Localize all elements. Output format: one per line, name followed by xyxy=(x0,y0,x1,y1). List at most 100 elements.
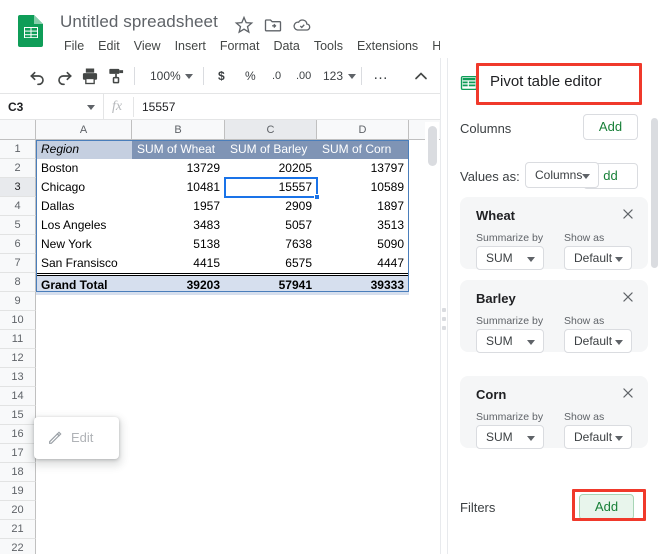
columns-section-label: Columns xyxy=(460,121,511,136)
menu-item-help[interactable]: Help xyxy=(425,37,440,55)
row-header-10[interactable]: 10 xyxy=(0,311,36,330)
column-header-c[interactable]: C xyxy=(225,120,317,140)
print-icon[interactable] xyxy=(80,66,100,86)
show-as-label: Show as xyxy=(564,315,604,327)
panel-resize-handle[interactable] xyxy=(442,308,446,330)
row-header-18[interactable]: 18 xyxy=(0,463,36,482)
menu-item-format[interactable]: Format xyxy=(213,37,267,55)
show-as-value: Default xyxy=(574,334,612,348)
column-header-d[interactable]: D xyxy=(317,120,409,140)
value-card-title: Wheat xyxy=(476,208,515,223)
summarize-by-dropdown[interactable]: SUM xyxy=(476,425,544,449)
row-header-7[interactable]: 7 xyxy=(0,254,36,273)
pivot-header-region: Region xyxy=(36,140,132,159)
panel-title: Pivot table editor xyxy=(490,73,602,90)
row-header-19[interactable]: 19 xyxy=(0,482,36,501)
row-header-22[interactable]: 22 xyxy=(0,539,36,554)
redo-icon[interactable] xyxy=(54,66,74,86)
menu-item-edit[interactable]: Edit xyxy=(91,37,127,55)
row-header-12[interactable]: 12 xyxy=(0,349,36,368)
formula-input[interactable]: 15557 xyxy=(142,100,175,114)
row-header-14[interactable]: 14 xyxy=(0,387,36,406)
formula-bar: C3 fx 15557 xyxy=(0,94,440,120)
row-header-9[interactable]: 9 xyxy=(0,292,36,311)
row-header-4[interactable]: 4 xyxy=(0,197,36,216)
undo-icon[interactable] xyxy=(28,66,48,86)
zoom-level[interactable]: 100% xyxy=(150,69,181,83)
zoom-chevron-down-icon[interactable] xyxy=(185,74,193,79)
menu-item-insert[interactable]: Insert xyxy=(168,37,213,55)
pencil-icon xyxy=(47,430,63,446)
collapse-toolbar-icon[interactable] xyxy=(411,66,431,86)
move-to-folder-icon[interactable] xyxy=(263,15,283,35)
grid-vertical-scrollbar-thumb[interactable] xyxy=(428,126,437,166)
table-row: 2909 xyxy=(225,197,317,216)
columns-add-button[interactable]: Add xyxy=(583,114,638,140)
table-row: 10481 xyxy=(132,178,225,197)
grid-vertical-scrollbar-track[interactable] xyxy=(425,122,439,554)
edit-pivot-label: Edit xyxy=(71,430,93,445)
value-card-title: Barley xyxy=(476,291,516,306)
menu-item-data[interactable]: Data xyxy=(266,37,306,55)
close-icon[interactable] xyxy=(621,207,635,221)
value-card-corn: Corn Summarize by Show as SUM Default xyxy=(460,376,648,448)
summarize-by-dropdown[interactable]: SUM xyxy=(476,246,544,270)
menu-item-tools[interactable]: Tools xyxy=(307,37,350,55)
star-icon[interactable] xyxy=(234,15,254,35)
table-row: Boston xyxy=(36,159,132,178)
row-header-17[interactable]: 17 xyxy=(0,444,36,463)
row-header-16[interactable]: 16 xyxy=(0,425,36,444)
more-options-button[interactable]: … xyxy=(373,66,389,83)
row-header-11[interactable]: 11 xyxy=(0,330,36,349)
decrease-decimal-button[interactable]: .0 xyxy=(272,70,281,82)
show-as-dropdown[interactable]: Default xyxy=(564,425,632,449)
values-as-dropdown[interactable]: Columns xyxy=(525,162,599,188)
column-header-b[interactable]: B xyxy=(132,120,225,140)
function-icon[interactable]: fx xyxy=(112,99,122,115)
value-card-wheat: Wheat Summarize by Show as SUM Default xyxy=(460,197,648,269)
percent-format-button[interactable]: % xyxy=(245,69,256,83)
menu-item-extensions[interactable]: Extensions xyxy=(350,37,425,55)
column-header-a[interactable]: A xyxy=(36,120,132,140)
row-header-21[interactable]: 21 xyxy=(0,520,36,539)
select-all-corner[interactable] xyxy=(0,120,36,140)
table-row: 5138 xyxy=(132,235,225,254)
cloud-saved-icon[interactable] xyxy=(292,15,312,35)
row-header-3[interactable]: 3 xyxy=(0,178,36,197)
filters-add-button[interactable]: Add xyxy=(579,494,634,520)
table-row: Chicago xyxy=(36,178,132,197)
close-icon[interactable] xyxy=(621,386,635,400)
summarize-by-dropdown[interactable]: SUM xyxy=(476,329,544,353)
edit-pivot-button[interactable]: Edit xyxy=(34,417,119,459)
name-box[interactable]: C3 xyxy=(0,94,104,120)
document-title[interactable]: Untitled spreadsheet xyxy=(60,12,218,32)
table-row: 5090 xyxy=(317,235,409,254)
table-row: 13729 xyxy=(132,159,225,178)
paint-format-icon[interactable] xyxy=(106,66,126,86)
name-box-chevron-down-icon[interactable] xyxy=(87,105,95,110)
row-header-2[interactable]: 2 xyxy=(0,159,36,178)
row-header-13[interactable]: 13 xyxy=(0,368,36,387)
increase-decimal-button[interactable]: .00 xyxy=(296,70,311,82)
menu-item-file[interactable]: File xyxy=(57,37,91,55)
number-format-button[interactable]: 123 xyxy=(323,69,343,83)
row-header-8[interactable]: 8 xyxy=(0,273,36,292)
summarize-by-value: SUM xyxy=(486,430,513,444)
close-icon[interactable] xyxy=(621,290,635,304)
grand-total-label: Grand Total xyxy=(36,276,132,295)
row-header-6[interactable]: 6 xyxy=(0,235,36,254)
currency-format-button[interactable]: $ xyxy=(218,69,225,83)
row-header-5[interactable]: 5 xyxy=(0,216,36,235)
value-card-barley: Barley Summarize by Show as SUM Default xyxy=(460,280,648,352)
summarize-by-chevron-down-icon xyxy=(527,257,535,262)
row-header-15[interactable]: 15 xyxy=(0,406,36,425)
show-as-chevron-down-icon xyxy=(615,436,623,441)
row-header-1[interactable]: 1 xyxy=(0,140,36,159)
panel-vertical-scrollbar-thumb[interactable] xyxy=(651,118,658,268)
menu-item-view[interactable]: View xyxy=(127,37,168,55)
row-header-20[interactable]: 20 xyxy=(0,501,36,520)
table-row: 1897 xyxy=(317,197,409,216)
number-format-chevron-down-icon[interactable] xyxy=(348,74,356,79)
show-as-dropdown[interactable]: Default xyxy=(564,329,632,353)
show-as-dropdown[interactable]: Default xyxy=(564,246,632,270)
